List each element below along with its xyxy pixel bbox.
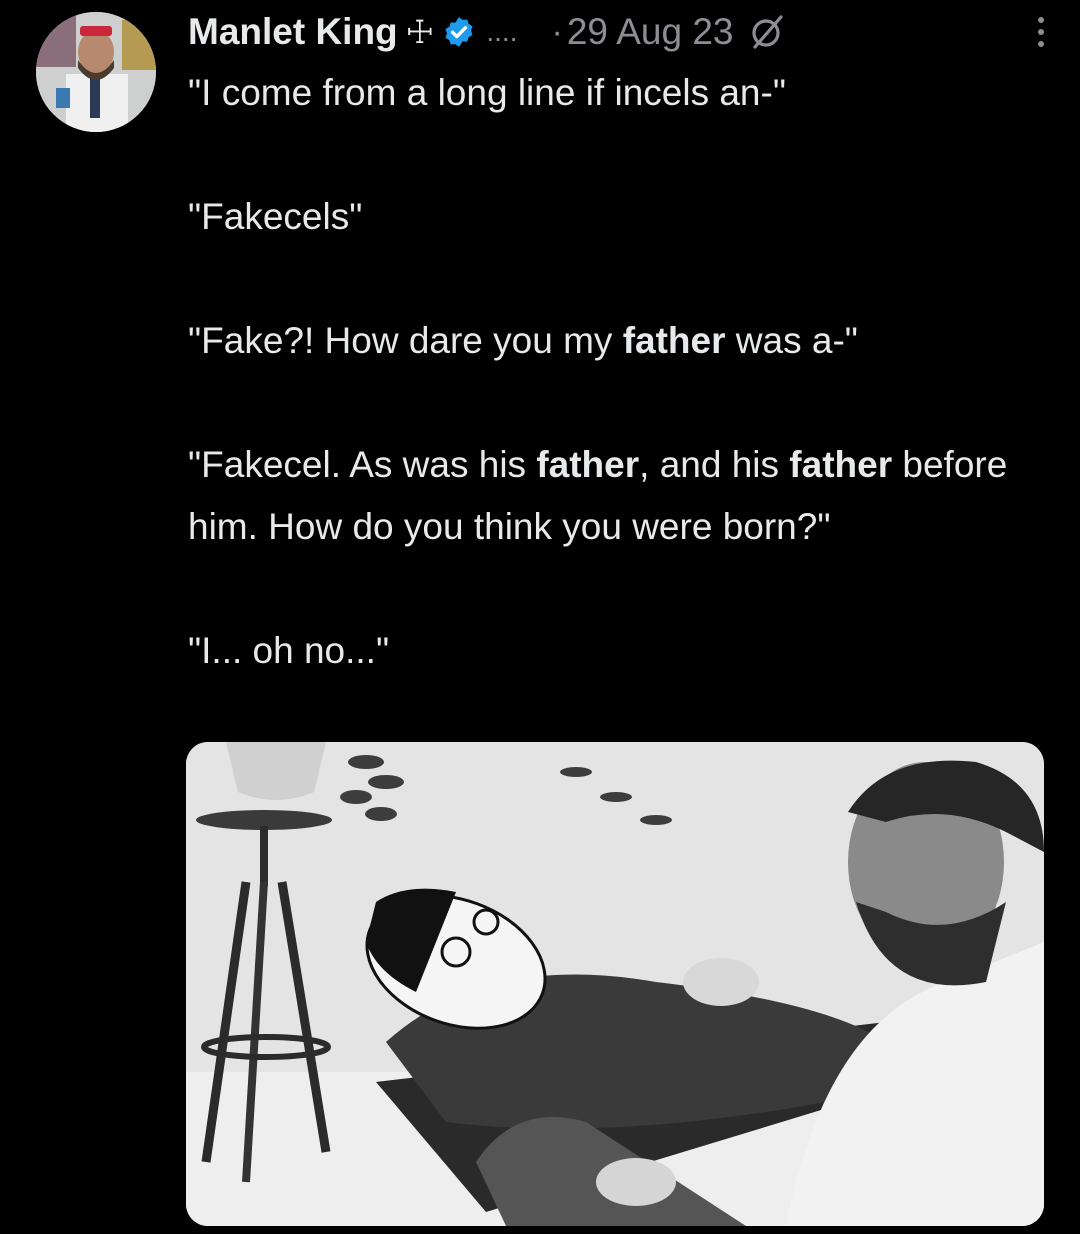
tweet-media-image[interactable]: [186, 742, 1044, 1226]
avatar-image: [36, 12, 156, 132]
author-avatar[interactable]: [36, 12, 156, 132]
tweet-line-5: "I... oh no...": [188, 630, 390, 671]
line-3-bold: father: [622, 320, 726, 361]
tweet-header: Manlet King ☩ .... · 29 Aug 23: [188, 8, 1050, 56]
tweet-text: "I come from a long line if incels an-" …: [188, 62, 1048, 682]
more-vertical-icon[interactable]: [1032, 12, 1050, 52]
tweet-date[interactable]: 29 Aug 23: [567, 11, 734, 53]
author-name[interactable]: Manlet King: [188, 11, 398, 53]
verified-badge-icon: [445, 17, 473, 47]
tweet-line-4: "Fakecel. As was his father, and his fat…: [188, 434, 1048, 558]
line-4-bold-1: father: [536, 444, 640, 485]
line-3-start: "Fake?! How dare you my: [188, 320, 623, 361]
grok-icon[interactable]: [747, 12, 787, 52]
handle-truncation: ....: [486, 16, 518, 47]
tweet-line-2: "Fakecels": [188, 196, 363, 237]
author-badge-cross: ☩: [405, 14, 435, 50]
line-4-start: "Fakecel. As was his: [188, 444, 537, 485]
header-separator: ·: [551, 12, 563, 51]
line-3-end: was a-": [725, 320, 858, 361]
tweet-line-3: "Fake?! How dare you my father was a-": [188, 310, 1048, 372]
line-4-bold-2: father: [789, 444, 893, 485]
line-4-middle: , and his: [639, 444, 790, 485]
tweet-line-1: "I come from a long line if incels an-": [188, 72, 786, 113]
therapist-meme-illustration: [186, 742, 1044, 1226]
